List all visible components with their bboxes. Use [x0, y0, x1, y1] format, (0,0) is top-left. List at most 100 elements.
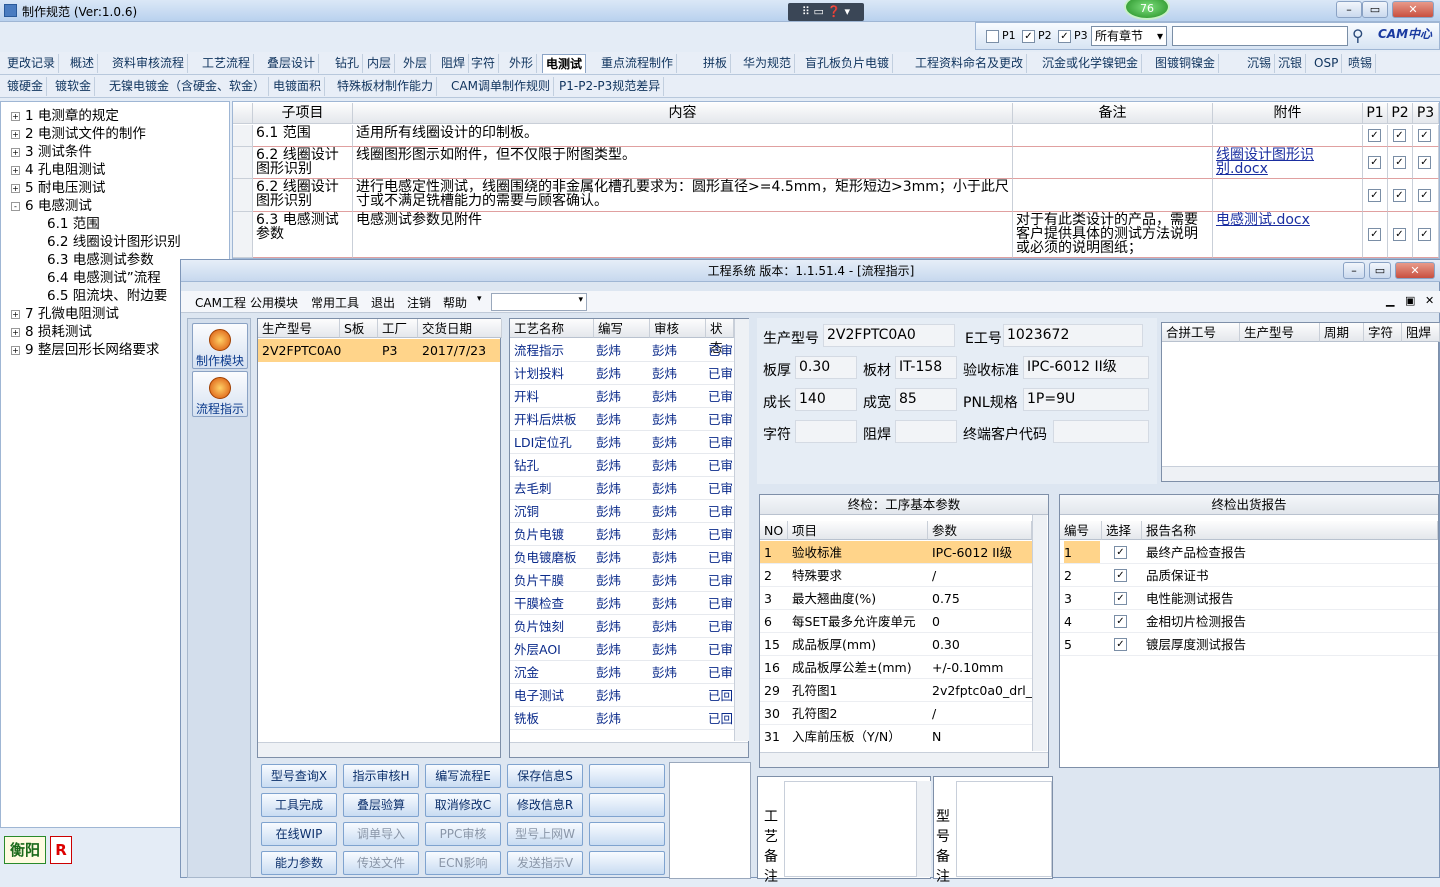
search-icon[interactable]: ⚲ — [1352, 26, 1372, 46]
module-button[interactable]: 制作模块 — [192, 323, 248, 369]
p3-checkbox[interactable]: ✓ — [1418, 228, 1431, 241]
action-button[interactable]: 型号上网W — [507, 822, 583, 846]
tab-item[interactable]: 沉金或化学镍钯金 — [1039, 54, 1143, 73]
action-button[interactable]: 发送指示V — [507, 851, 583, 875]
tree-item[interactable]: +7 孔微电阻测试 — [11, 302, 119, 322]
craft-note-vscroll[interactable] — [916, 781, 931, 877]
tree-item[interactable]: 6.2 线圈设计图形识别 — [47, 230, 181, 250]
table-row[interactable]: 外层AOI 彭炜 彭炜 已审 — [510, 638, 734, 661]
action-button[interactable]: 指示审核H — [343, 764, 419, 788]
p3-checkbox[interactable]: ✓ — [1418, 129, 1431, 142]
table-row[interactable]: 去毛刺 彭炜 彭炜 已审 — [510, 477, 734, 500]
orders-hscroll[interactable] — [258, 742, 500, 757]
minimize-button[interactable]: – — [1336, 1, 1362, 18]
tree-item[interactable]: +1 电测章的规定 — [11, 104, 119, 124]
action-button[interactable]: ECN影响 — [425, 851, 501, 875]
merge-hscroll[interactable] — [1162, 466, 1438, 481]
table-row[interactable]: 流程指示 彭炜 彭炜 已审 — [510, 339, 734, 362]
action-button[interactable]: 编写流程E — [425, 764, 501, 788]
mdi-close-button[interactable]: ✕ — [1425, 294, 1434, 307]
tab-item[interactable]: 工艺流程 — [199, 54, 255, 73]
tab-item[interactable]: 镀软金 — [52, 77, 96, 96]
action-button[interactable]: 保存信息S — [507, 764, 583, 788]
menu-tools[interactable]: 常用工具 — [311, 294, 359, 311]
table-row[interactable]: 沉金 彭炜 彭炜 已审 — [510, 661, 734, 684]
table-row[interactable]: 29 孔符图1 2v2fptc0a0_drl_ — [760, 679, 1032, 702]
table-row[interactable]: 负片干膜 彭炜 彭炜 已审 — [510, 569, 734, 592]
table-row[interactable]: 30 孔符图2 / — [760, 702, 1032, 725]
steps-hscroll[interactable] — [510, 742, 748, 757]
tab-item[interactable]: 无镍电镀金（含硬金、软金） — [106, 77, 270, 96]
menu-combo[interactable]: ▾ — [491, 293, 587, 311]
tab-item[interactable]: 拼板 — [700, 54, 732, 73]
tree-item[interactable]: 6.4 电感测试”流程 — [47, 266, 161, 286]
cust-field[interactable] — [1053, 420, 1149, 443]
p1-checkbox[interactable]: ✓ — [1368, 129, 1381, 142]
tab-item[interactable]: 特殊板材制作能力 — [334, 77, 438, 96]
search-input[interactable] — [1172, 26, 1348, 46]
mask-field[interactable] — [895, 420, 957, 443]
report-checkbox[interactable]: ✓ — [1114, 592, 1127, 605]
grid-cell-attach[interactable] — [1213, 179, 1363, 212]
params-vscroll[interactable] — [1032, 515, 1047, 751]
tree-item[interactable]: 6.5 阻流块、附边要 — [47, 284, 167, 304]
table-row[interactable]: LDI定位孔 彭炜 彭炜 已审 — [510, 431, 734, 454]
action-button[interactable]: PPC审核 — [425, 822, 501, 846]
action-button[interactable]: 传送文件 — [343, 851, 419, 875]
chapter-select[interactable]: 所有章节 ▾ — [1091, 26, 1167, 46]
tree-item[interactable]: +4 孔电阻测试 — [11, 158, 105, 178]
mat-field[interactable]: IT-158 — [895, 356, 957, 379]
grid-cell-attach[interactable]: 线圈设计图形识别.docx — [1213, 147, 1363, 179]
report-checkbox[interactable]: ✓ — [1114, 615, 1127, 628]
eng-minimize-button[interactable]: – — [1343, 262, 1365, 279]
p2-checkbox[interactable]: ✓ — [1393, 156, 1406, 169]
tree-item[interactable]: -6 电感测试 — [11, 194, 92, 214]
table-row[interactable]: 负片蚀刻 彭炜 彭炜 已审 — [510, 615, 734, 638]
table-row[interactable]: 2V2FPTC0A0 P3 2017/7/23 — [258, 339, 500, 362]
expand-icon[interactable]: + — [11, 346, 20, 355]
table-row[interactable]: 6 每SET最多允许废单元 0 — [760, 610, 1032, 633]
table-row[interactable]: 负电镀磨板 彭炜 彭炜 已审 — [510, 546, 734, 569]
menu-help[interactable]: 帮助 — [443, 294, 467, 311]
action-button[interactable]: 取消修改C — [425, 793, 501, 817]
grid-cell-attach[interactable]: 电感测试.docx — [1213, 212, 1363, 258]
menu-common[interactable]: 公用模块 — [250, 294, 298, 311]
action-button[interactable]: 调单导入 — [343, 822, 419, 846]
action-button[interactable]: 能力参数 — [261, 851, 337, 875]
table-row[interactable]: 干膜检查 彭炜 彭炜 已审 — [510, 592, 734, 615]
p3-checkbox[interactable]: ✓ — [1418, 156, 1431, 169]
tab-item[interactable]: 工程资料命名及更改 — [912, 54, 1028, 73]
tab-item[interactable]: 华为规范 — [740, 54, 796, 73]
table-row[interactable]: 4 ✓ 金相切片检测报告 — [1060, 610, 1438, 633]
p2-checkbox[interactable]: ✓ — [1393, 129, 1406, 142]
p1-checkbox[interactable]: ✓ — [1368, 188, 1381, 202]
table-row[interactable]: 开料 彭炜 彭炜 已审 — [510, 385, 734, 408]
grid-cell-attach[interactable] — [1213, 125, 1363, 147]
action-button[interactable]: 型号查询X — [261, 764, 337, 788]
table-row[interactable]: 2 特殊要求 / — [760, 564, 1032, 587]
tree-item[interactable]: +2 电测试文件的制作 — [11, 122, 146, 142]
expand-icon[interactable]: + — [11, 328, 20, 337]
eng-close-button[interactable]: ✕ — [1395, 262, 1435, 279]
tree-item[interactable]: +8 损耗测试 — [11, 320, 92, 340]
table-row[interactable]: 31 入库前压板（Y/N） N — [760, 725, 1032, 747]
tab-item[interactable]: 资料审核流程 — [109, 54, 189, 73]
table-row[interactable]: 3 最大翘曲度(%) 0.75 — [760, 587, 1032, 610]
table-row[interactable]: 16 成品板厚公差±(mm) +/-0.10mm — [760, 656, 1032, 679]
expand-icon[interactable]: + — [11, 112, 20, 121]
prod-field[interactable]: 2V2FPTC0A0 — [823, 324, 955, 347]
report-checkbox[interactable]: ✓ — [1114, 638, 1127, 651]
menu-cam[interactable]: CAM工程 — [195, 294, 246, 311]
table-row[interactable]: 5 ✓ 镀层厚度测试报告 — [1060, 633, 1438, 656]
action-button[interactable]: 在线WIP — [261, 822, 337, 846]
expand-icon[interactable]: + — [11, 310, 20, 319]
p1-checkbox[interactable] — [986, 30, 999, 43]
tab-item[interactable]: 阻焊 — [438, 54, 470, 73]
action-button[interactable]: 修改信息R — [507, 793, 583, 817]
expand-icon[interactable]: + — [11, 130, 20, 139]
menu-logout[interactable]: 注销 — [407, 294, 431, 311]
tree-item[interactable]: +5 耐电压测试 — [11, 176, 105, 196]
expand-icon[interactable]: + — [11, 166, 20, 175]
p3-checkbox[interactable]: ✓ — [1418, 188, 1431, 202]
tab-item[interactable]: 沉锡 — [1244, 54, 1276, 73]
